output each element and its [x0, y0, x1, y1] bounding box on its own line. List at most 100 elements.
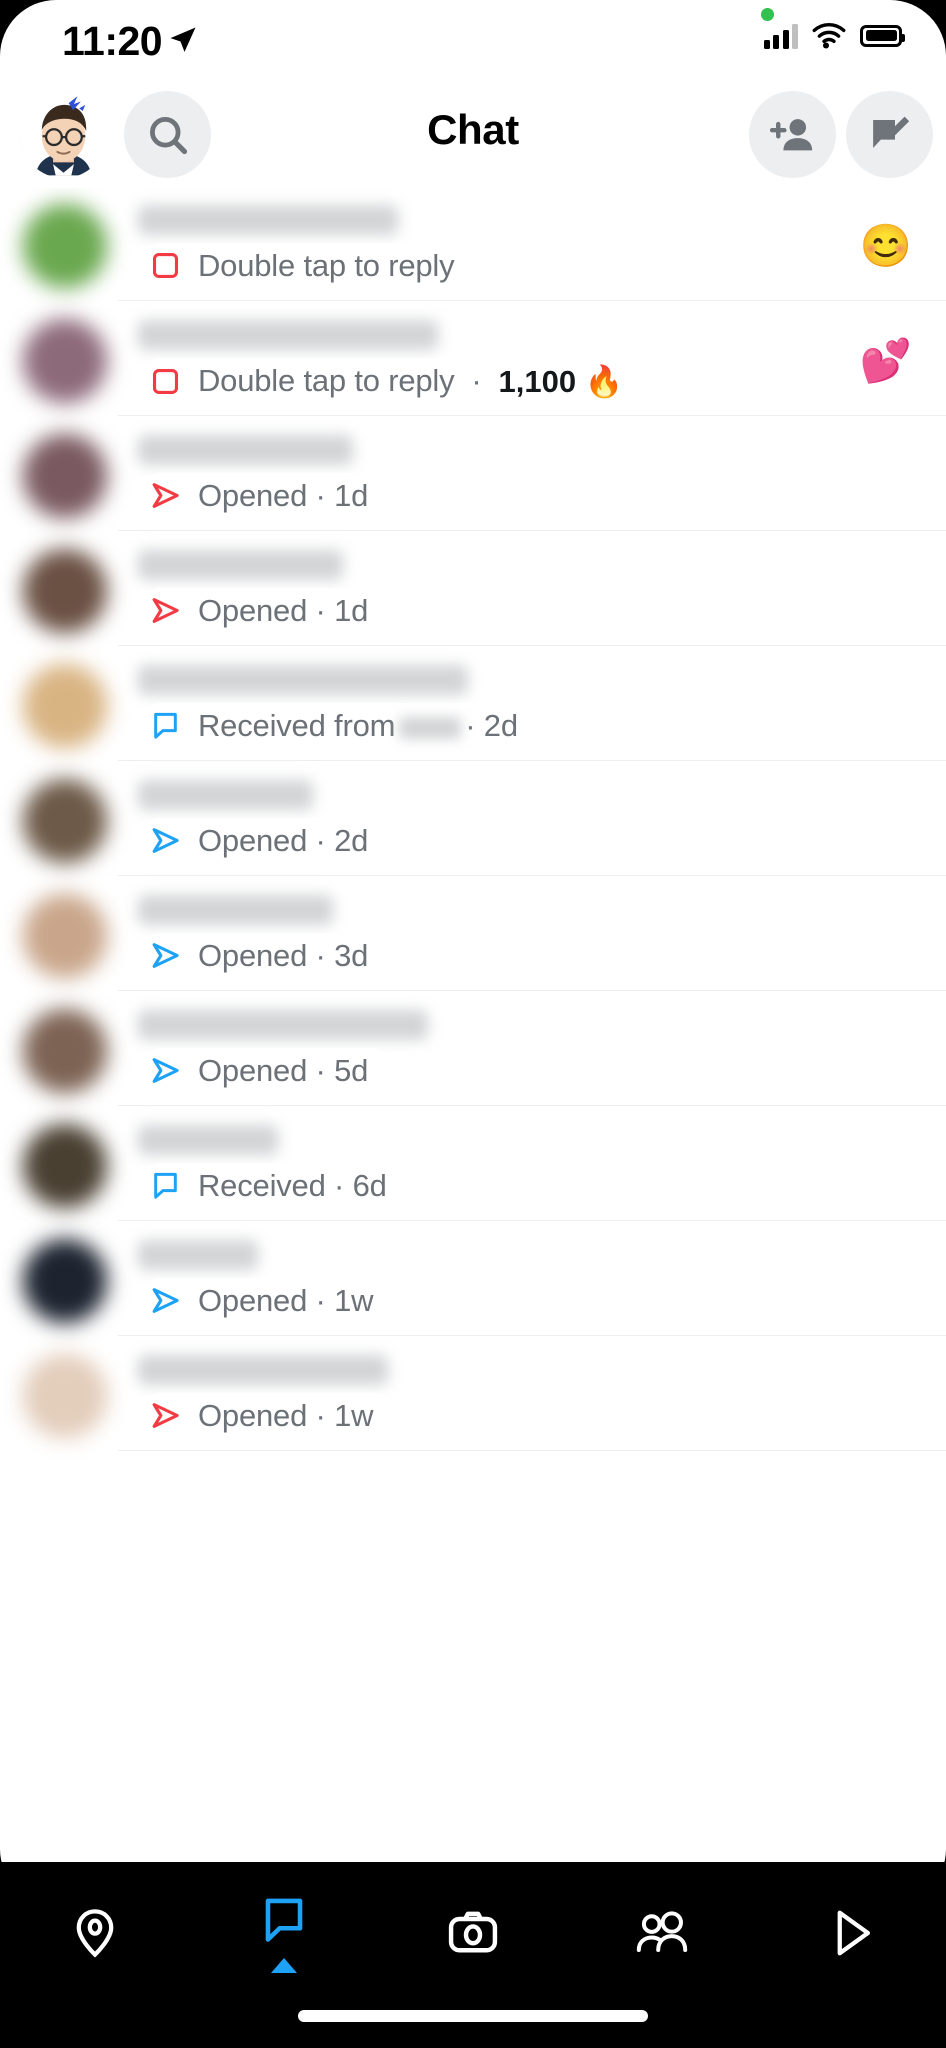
nav-item-spotlight[interactable]: [757, 1890, 946, 1976]
chat-avatar[interactable]: [22, 433, 108, 518]
camera-icon: [448, 1911, 498, 1953]
home-indicator: [298, 2010, 648, 2022]
chat-friend-name: [138, 319, 438, 350]
new-chat-button[interactable]: [846, 91, 933, 178]
chat-status-row: Double tap to reply: [138, 242, 479, 289]
nav-item-camera[interactable]: [378, 1890, 567, 1976]
chat-list-row[interactable]: Opened · 1d: [0, 533, 946, 648]
chat-avatar[interactable]: [22, 1238, 108, 1323]
chat-avatar[interactable]: [22, 548, 108, 633]
arrow-outline-icon: [150, 825, 181, 856]
recording-indicator-dot: [761, 8, 774, 21]
chat-friend-name: [138, 204, 398, 235]
spotlight-play-icon: [838, 1910, 871, 1956]
nav-item-friends[interactable]: [568, 1890, 757, 1976]
chat-list-row[interactable]: Double tap to reply 😊: [0, 188, 946, 303]
bottom-nav-bar: [0, 1862, 946, 2048]
chat-avatar[interactable]: [22, 1123, 108, 1208]
chat-avatar[interactable]: [22, 893, 108, 978]
chat-avatar[interactable]: [22, 318, 108, 403]
chat-status-text: Opened · 3d: [198, 937, 369, 973]
chat-status-row: Opened · 2d: [138, 817, 393, 864]
chat-status-row: Received from · 2d: [138, 702, 542, 749]
chat-bubble-outline-icon: [150, 1170, 181, 1201]
chat-avatar[interactable]: [22, 203, 108, 288]
chat-row-body: Opened · 3d: [118, 881, 946, 991]
chat-avatar[interactable]: [22, 1353, 108, 1438]
chat-status-text: Opened · 2d: [198, 822, 369, 858]
chat-friend-name: [138, 664, 468, 695]
status-bar-time: 11:20: [62, 18, 163, 64]
wifi-icon: [812, 23, 846, 49]
status-bar-indicators: [763, 22, 905, 49]
row-divider: [118, 1104, 946, 1106]
arrow-outline-icon: [150, 480, 181, 511]
chat-list-row[interactable]: Received · 6d: [0, 1108, 946, 1223]
chat-status-text: Opened · 5d: [198, 1052, 369, 1088]
chat-row-body: Opened · 5d: [118, 996, 946, 1106]
chat-list-row[interactable]: Received from · 2d: [0, 648, 946, 763]
battery-full-icon: [860, 24, 905, 47]
chat-status-text: Received from · 2d: [198, 707, 518, 743]
chat-friend-name: [138, 894, 333, 925]
row-divider: [118, 529, 946, 531]
square-outline-icon: [150, 366, 181, 397]
status-separator: ·: [471, 363, 482, 398]
chat-friend-name: [138, 549, 343, 580]
row-divider: [118, 989, 946, 991]
nav-item-chat[interactable]: [189, 1890, 378, 1976]
two-hearts-emoji[interactable]: 💕: [860, 337, 912, 386]
chat-list-row[interactable]: Opened · 3d: [0, 878, 946, 993]
chat-list-row[interactable]: Double tap to reply · 1,100 🔥 💕: [0, 303, 946, 418]
chat-row-body: Opened · 2d: [118, 766, 946, 876]
nav-item-map[interactable]: [0, 1890, 189, 1976]
chat-friend-name: [138, 1239, 258, 1270]
chat-friend-name: [138, 434, 353, 465]
chat-status-text: Opened · 1d: [198, 477, 369, 513]
chat-bubble-icon: [265, 1898, 303, 1942]
smiling-face-emoji[interactable]: 😊: [860, 222, 912, 271]
chat-list-row[interactable]: Opened · 2d: [0, 763, 946, 878]
chat-list[interactable]: Double tap to reply 😊 Double tap to reply ·…: [0, 188, 946, 1905]
chat-row-body: Opened · 1w: [118, 1341, 946, 1451]
chat-avatar[interactable]: [22, 1008, 108, 1093]
row-divider: [118, 299, 946, 301]
chat-status-row: Opened · 5d: [138, 1047, 393, 1094]
chat-list-row[interactable]: Opened · 5d: [0, 993, 946, 1108]
square-outline-icon: [150, 250, 181, 281]
location-arrow-icon: [170, 27, 196, 52]
row-divider: [118, 644, 946, 646]
app-sheet: 11:20 Chat Double tap to reply 😊 Double …: [0, 0, 946, 1905]
chat-friend-name: [138, 1009, 428, 1040]
chat-row-body: Received from · 2d: [118, 651, 946, 761]
add-friend-button[interactable]: [749, 91, 836, 178]
chat-status-row: Opened · 1d: [138, 472, 393, 519]
chat-row-body: Double tap to reply · 1,100 🔥: [118, 306, 946, 416]
chat-avatar[interactable]: [22, 663, 108, 748]
active-tab-indicator: [270, 1957, 297, 1973]
row-divider: [118, 1334, 946, 1336]
chat-list-row[interactable]: Opened · 1w: [0, 1338, 946, 1453]
chat-list-row[interactable]: Opened · 1d: [0, 418, 946, 533]
chat-friend-name: [138, 1354, 388, 1385]
chat-list-row[interactable]: Opened · 1w: [0, 1223, 946, 1338]
friends-icon: [636, 1911, 688, 1952]
chat-status-row: Opened · 1w: [138, 1277, 398, 1324]
status-bar: 11:20: [0, 0, 946, 82]
chat-bubble-outline-icon: [150, 710, 181, 741]
chat-status-row: Opened · 3d: [138, 932, 393, 979]
map-pin-icon: [76, 1909, 113, 1958]
arrow-outline-icon: [150, 1285, 181, 1316]
chat-avatar[interactable]: [22, 778, 108, 863]
snapstreak-count: 1,100 🔥: [498, 363, 624, 399]
cellular-signal-icon: [763, 23, 798, 49]
add-friend-icon: [769, 118, 812, 150]
row-divider: [118, 1449, 946, 1451]
chat-row-body: Opened · 1d: [118, 536, 946, 646]
chat-row-body: Double tap to reply: [118, 191, 946, 301]
row-divider: [118, 1219, 946, 1221]
chat-status-text: Opened · 1d: [198, 592, 369, 628]
chat-status-text: Opened · 1w: [198, 1397, 374, 1433]
chat-status-text: Double tap to reply: [198, 363, 455, 398]
arrow-outline-icon: [150, 595, 181, 626]
